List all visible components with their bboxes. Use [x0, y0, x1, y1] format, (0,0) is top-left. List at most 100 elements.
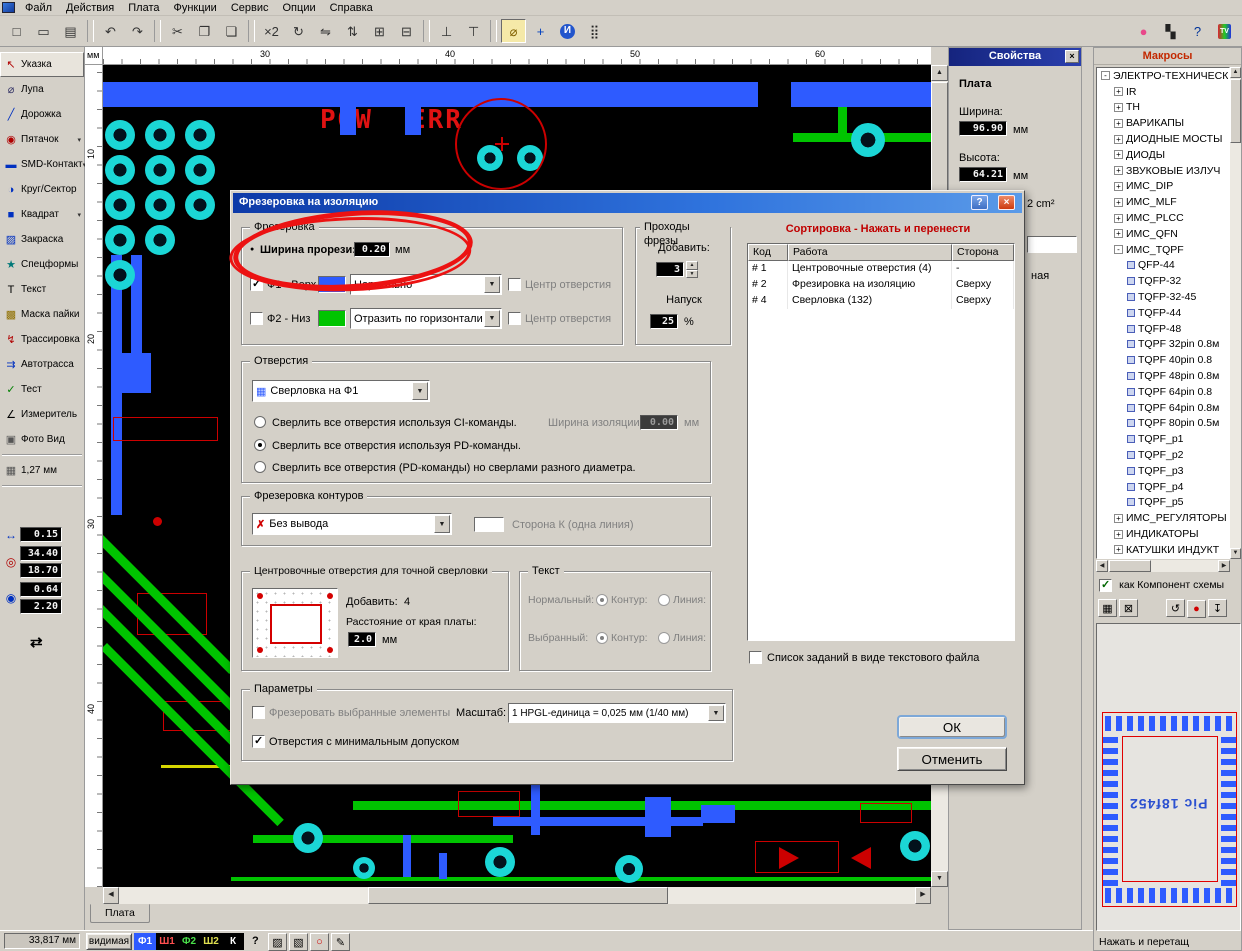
export-macro-button[interactable]: ↧	[1208, 599, 1227, 617]
sidebar-tool-measure[interactable]: ∠ Измеритель	[0, 402, 84, 427]
layer-toggle-Ф2[interactable]: Ф2	[178, 933, 200, 950]
normal-contour-radio[interactable]	[596, 594, 608, 606]
zoom-button[interactable]: ⌀	[501, 19, 526, 43]
menu-item-2[interactable]: Плата	[121, 1, 166, 15]
swap-values-button[interactable]: ⇄	[30, 633, 43, 651]
scroll-down-icon[interactable]: ▼	[1230, 548, 1241, 559]
horizontal-scroll-thumb[interactable]	[368, 887, 668, 904]
layer-toggle-Ш1[interactable]: Ш1	[156, 933, 178, 950]
duplicate-button[interactable]: ×2	[259, 19, 284, 43]
hatch1-button[interactable]: ▨	[268, 933, 287, 951]
rotate-button[interactable]: ↻	[286, 19, 311, 43]
expand-icon[interactable]: +	[1114, 166, 1123, 176]
macro-tree-item[interactable]: - ИМС_TQPF	[1097, 242, 1229, 258]
board-height-value[interactable]: 64.21	[959, 167, 1007, 182]
macro-tree-item[interactable]: TQPF 48pin 0.8м	[1097, 368, 1229, 384]
ok-button[interactable]: ОК	[897, 715, 1007, 739]
macro-tree-item[interactable]: + ВАРИКАПЫ	[1097, 115, 1229, 131]
sidebar-tool-test[interactable]: ✓ Тест	[0, 377, 84, 402]
macro-tree-item[interactable]: + IR	[1097, 84, 1229, 100]
hatch2-button[interactable]: ▧	[289, 933, 308, 951]
sidebar-tool-special-shapes[interactable]: ★ Спецформы	[0, 252, 84, 277]
drill-size-value[interactable]: 0.64	[20, 582, 62, 597]
jobs-text-file-checkbox[interactable]	[749, 651, 762, 664]
macro-tree-item[interactable]: + ИНДИКАТОРЫ	[1097, 526, 1229, 542]
macro-tree-item[interactable]: + TH	[1097, 100, 1229, 116]
menu-item-0[interactable]: Файл	[18, 1, 59, 15]
properties-close-button[interactable]: ×	[1065, 50, 1079, 63]
macro-tree-item[interactable]: + ИМС_MLF	[1097, 194, 1229, 210]
macro-tree-item[interactable]: TQPF 32pin 0.8м	[1097, 337, 1229, 353]
dialog-titlebar[interactable]: Фрезеровка на изоляцию ? ×	[233, 193, 1022, 213]
macro-tree-item[interactable]: TQPF 40pin 0.8	[1097, 352, 1229, 368]
job-row[interactable]: # 1 Центровочные отверстия (4) -	[748, 261, 1014, 277]
f1-mode-combo[interactable]: Нормально ▼	[350, 274, 502, 295]
sidebar-tool-photo-view[interactable]: ▣ Фото Вид	[0, 427, 84, 452]
normal-line-radio[interactable]	[658, 594, 670, 606]
menu-item-5[interactable]: Опции	[276, 1, 323, 15]
scroll-down-icon[interactable]: ▼	[931, 871, 948, 887]
dot-grid-button[interactable]: ⣿	[582, 19, 607, 43]
job-row[interactable]: # 2 Фрезировка на изоляцию Сверху	[748, 277, 1014, 293]
menu-item-1[interactable]: Действия	[59, 1, 121, 15]
scroll-left-icon[interactable]: ◀	[1096, 560, 1108, 572]
expand-icon[interactable]: +	[1114, 529, 1123, 539]
expand-icon[interactable]: +	[1114, 102, 1123, 112]
board-width-value[interactable]: 96.90	[959, 121, 1007, 136]
macro-tree-item[interactable]: TQFP-32-45	[1097, 289, 1229, 305]
ungroup-button[interactable]: ⊟	[394, 19, 419, 43]
new-button[interactable]: □	[4, 19, 29, 43]
macro-tree-item[interactable]: TQFP-44	[1097, 305, 1229, 321]
status-help-button[interactable]: ?	[252, 935, 259, 947]
sidebar-tool-square[interactable]: ■ Квадрат ▾	[0, 202, 84, 227]
expand-icon[interactable]: +	[1114, 118, 1123, 128]
macro-tree-item[interactable]: - ЭЛЕКТРО-ТЕХНИЧЕСК	[1097, 68, 1229, 84]
info-button[interactable]: И	[555, 19, 580, 43]
sidebar-tool-grid-step[interactable]: ▦ 1,27 мм	[0, 458, 84, 483]
sidebar-tool-circle-sector[interactable]: ◑ Круг/Сектор	[0, 177, 84, 202]
pad-size-value[interactable]: 34.40	[20, 546, 62, 561]
macro-tree-item[interactable]: TQPF_p3	[1097, 463, 1229, 479]
macro-tree-item[interactable]: + КАТУШКИ ИНДУКТ	[1097, 542, 1229, 558]
dropdown-arrow-icon[interactable]: ▼	[708, 705, 724, 721]
expand-icon[interactable]: +	[1114, 150, 1123, 160]
pd-commands-radio[interactable]	[254, 439, 266, 451]
dialog-close-button[interactable]: ×	[998, 195, 1015, 210]
side-k-swatch[interactable]	[474, 517, 504, 532]
tree-horizontal-scrollbar[interactable]: ◀ ▶	[1096, 560, 1230, 572]
macro-tree-item[interactable]: + ИМС_РЕГУЛЯТОРЫ	[1097, 510, 1229, 526]
macro-tree-item[interactable]: + ДИОДЫ	[1097, 147, 1229, 163]
column-side[interactable]: Сторона	[952, 244, 1014, 261]
delete-macro-button[interactable]: ⊠	[1119, 599, 1138, 617]
collapse-icon[interactable]: -	[1114, 245, 1123, 255]
open-button[interactable]: ▭	[31, 19, 56, 43]
drill-size-value[interactable]: 2.20	[20, 599, 62, 614]
dropdown-arrow-icon[interactable]: ▼	[412, 382, 428, 400]
pad-ring-button[interactable]: ○	[310, 933, 329, 951]
selected-line-radio[interactable]	[658, 632, 670, 644]
expand-icon[interactable]: +	[1114, 229, 1123, 239]
selected-contour-radio[interactable]	[596, 632, 608, 644]
f1-color-swatch[interactable]	[318, 276, 346, 293]
spin-down-icon[interactable]: ▼	[686, 269, 698, 278]
macro-tree-item[interactable]: + ИМС_PLCC	[1097, 210, 1229, 226]
layer-toggle-К[interactable]: К	[222, 933, 244, 950]
redo-button[interactable]: ↷	[125, 19, 150, 43]
pin-top-button[interactable]: ⊥	[434, 19, 459, 43]
scroll-left-icon[interactable]: ◀	[103, 887, 119, 904]
sidebar-tool-pointer[interactable]: ↖ Указка	[0, 52, 84, 77]
f2-center-checkbox[interactable]	[508, 312, 521, 325]
mill-selected-checkbox[interactable]	[252, 706, 265, 719]
centering-distance-input[interactable]: 2.0	[348, 632, 376, 647]
drill-layer-combo[interactable]: ▦ Сверловка на Ф1 ▼	[252, 380, 430, 402]
vertical-scroll-thumb[interactable]	[931, 82, 948, 192]
expand-icon[interactable]: +	[1114, 87, 1123, 97]
mirror-vertical-button[interactable]: ⇅	[340, 19, 365, 43]
scroll-right-icon[interactable]: ▶	[1218, 560, 1230, 572]
dialog-help-button[interactable]: ?	[971, 195, 988, 210]
negative-button[interactable]: ▚	[1158, 19, 1183, 43]
macro-preview[interactable]: Pic 18f452	[1096, 623, 1241, 931]
column-job[interactable]: Работа	[788, 244, 952, 261]
layer-toggle-Ш2[interactable]: Ш2	[200, 933, 222, 950]
macro-tree-item[interactable]: TQFP-48	[1097, 321, 1229, 337]
